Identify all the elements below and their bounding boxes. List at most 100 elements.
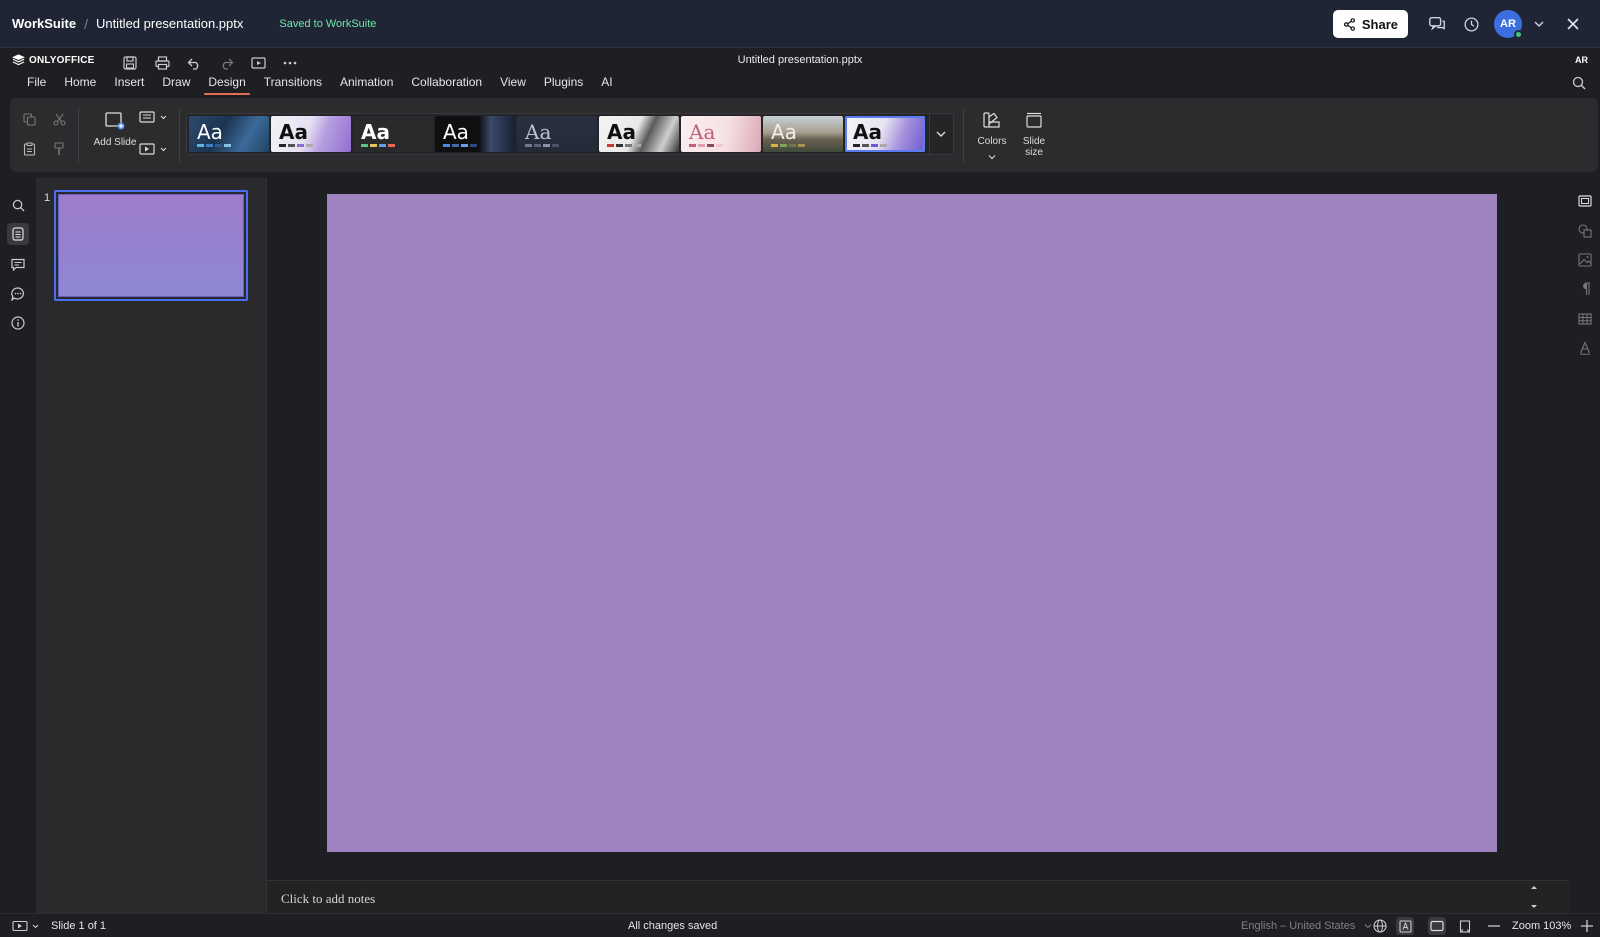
- theme-color-bar: [443, 144, 477, 147]
- share-button[interactable]: Share: [1332, 10, 1408, 38]
- tab-design[interactable]: Design: [199, 72, 254, 95]
- version-history-button[interactable]: [1454, 9, 1488, 39]
- play-slideshow-dropdown[interactable]: [136, 138, 172, 160]
- notes-placeholder[interactable]: Click to add notes: [281, 891, 375, 907]
- theme-sample-text: Aa: [607, 120, 636, 144]
- header-search-button[interactable]: [1572, 76, 1586, 95]
- slide-settings-button[interactable]: [1574, 190, 1596, 212]
- language-selector[interactable]: English – United States: [1241, 920, 1355, 932]
- tab-transitions[interactable]: Transitions: [255, 72, 331, 94]
- editor-user-initials[interactable]: AR: [1575, 55, 1588, 65]
- ribbon-divider: [963, 108, 964, 162]
- avatar-initials: AR: [1500, 18, 1516, 30]
- tab-draw[interactable]: Draw: [153, 72, 199, 94]
- normal-view-button[interactable]: [1428, 917, 1446, 935]
- top-right-actions: Share AR: [1332, 9, 1590, 39]
- find-button[interactable]: [7, 194, 29, 216]
- colors-label: Colors: [977, 136, 1007, 147]
- theme-color-bar: [361, 144, 395, 147]
- colors-button[interactable]: Colors: [972, 112, 1012, 165]
- spell-check-button[interactable]: [1396, 917, 1414, 935]
- undo-icon: [187, 58, 198, 70]
- notes-scrollbar[interactable]: [1529, 883, 1539, 911]
- zoom-in-button[interactable]: [1578, 917, 1596, 935]
- online-status-dot: [1514, 30, 1523, 39]
- theme-thumb[interactable]: Aa: [271, 116, 351, 152]
- tab-animation[interactable]: Animation: [331, 72, 402, 94]
- account-menu-toggle[interactable]: [1522, 9, 1556, 39]
- fit-slide-button[interactable]: [1456, 917, 1474, 935]
- zoom-level[interactable]: Zoom 103%: [1512, 920, 1571, 932]
- theme-color-bar: [197, 144, 231, 147]
- copy-button[interactable]: [18, 108, 40, 130]
- comments-panel-button[interactable]: [7, 253, 29, 275]
- chat-panel-button[interactable]: [7, 283, 29, 305]
- theme-thumb[interactable]: Aa: [763, 116, 843, 152]
- image-settings-button[interactable]: [1574, 249, 1596, 271]
- close-icon: [1567, 18, 1579, 30]
- cut-button[interactable]: [48, 108, 70, 130]
- zoom-out-button[interactable]: [1485, 917, 1503, 935]
- theme-thumb[interactable]: Aa: [517, 116, 597, 152]
- slide-counter: Slide 1 of 1: [51, 920, 107, 932]
- theme-color-bar: [853, 144, 887, 147]
- table-icon: [1578, 313, 1592, 325]
- comment-icon: [11, 258, 25, 271]
- brand-name[interactable]: WorkSuite: [12, 16, 76, 31]
- tab-plugins[interactable]: Plugins: [535, 72, 592, 94]
- slideshow-start-dropdown[interactable]: [10, 917, 44, 935]
- theme-sample-text: Aa: [361, 120, 390, 144]
- redo-icon: [222, 58, 233, 70]
- paragraph-settings-button[interactable]: [1574, 278, 1596, 300]
- save-status: All changes saved: [628, 920, 718, 932]
- slide-canvas-area: [267, 178, 1569, 880]
- tab-view[interactable]: View: [491, 72, 535, 94]
- scroll-arrows-icon: [1531, 886, 1537, 908]
- tab-home[interactable]: Home: [55, 72, 105, 94]
- slide-size-button[interactable]: Slide size: [1014, 112, 1054, 158]
- chat-bubbles-icon: [1429, 17, 1445, 31]
- share-icon: [1343, 17, 1355, 31]
- slide-thumbnail[interactable]: [54, 190, 248, 301]
- shape-settings-button[interactable]: [1574, 220, 1596, 242]
- notes-pane[interactable]: Click to add notes: [267, 880, 1569, 913]
- theme-sample-text: Aa: [689, 120, 716, 144]
- about-button[interactable]: [7, 312, 29, 334]
- theme-thumb[interactable]: Aa: [189, 116, 269, 152]
- theme-thumb[interactable]: Aa: [353, 116, 433, 152]
- paragraph-icon: [1583, 282, 1590, 295]
- document-title[interactable]: Untitled presentation.pptx: [96, 16, 243, 31]
- theme-thumb-selected[interactable]: Aa: [845, 116, 925, 152]
- app-top-bar: WorkSuite / Untitled presentation.pptx S…: [0, 0, 1600, 48]
- format-painter-button[interactable]: [48, 138, 70, 160]
- color-palette-icon: [983, 112, 1000, 128]
- tab-file[interactable]: File: [18, 72, 55, 94]
- slide-canvas[interactable]: [327, 194, 1497, 852]
- user-avatar[interactable]: AR: [1494, 10, 1523, 39]
- comments-button[interactable]: [1420, 9, 1454, 39]
- change-layout-button[interactable]: [136, 106, 172, 128]
- shapes-icon: [1578, 224, 1592, 238]
- tab-collaboration[interactable]: Collaboration: [402, 72, 491, 94]
- add-slide-label: Add Slide: [93, 137, 137, 148]
- tab-insert[interactable]: Insert: [105, 72, 153, 94]
- text-art-settings-button[interactable]: [1574, 337, 1596, 359]
- play-slide-icon: [139, 143, 167, 155]
- tab-ai[interactable]: AI: [592, 72, 621, 94]
- theme-thumb[interactable]: Aa: [681, 116, 761, 152]
- paintbrush-icon: [54, 142, 64, 155]
- image-icon: [1578, 253, 1592, 267]
- theme-sample-text: Aa: [197, 120, 223, 144]
- theme-thumb[interactable]: Aa: [599, 116, 679, 152]
- slide-thumbnails-panel: 1: [36, 178, 267, 913]
- slides-panel-button[interactable]: [7, 223, 29, 245]
- theme-sample-text: Aa: [771, 120, 797, 144]
- theme-thumb[interactable]: Aa: [435, 116, 515, 152]
- paste-button[interactable]: [18, 138, 40, 160]
- add-slide-button[interactable]: Add Slide: [90, 112, 140, 148]
- doc-language-button[interactable]: [1371, 917, 1389, 935]
- close-button[interactable]: [1556, 9, 1590, 39]
- theme-color-bar: [279, 144, 313, 147]
- more-themes-button[interactable]: [929, 114, 951, 154]
- table-settings-button[interactable]: [1574, 308, 1596, 330]
